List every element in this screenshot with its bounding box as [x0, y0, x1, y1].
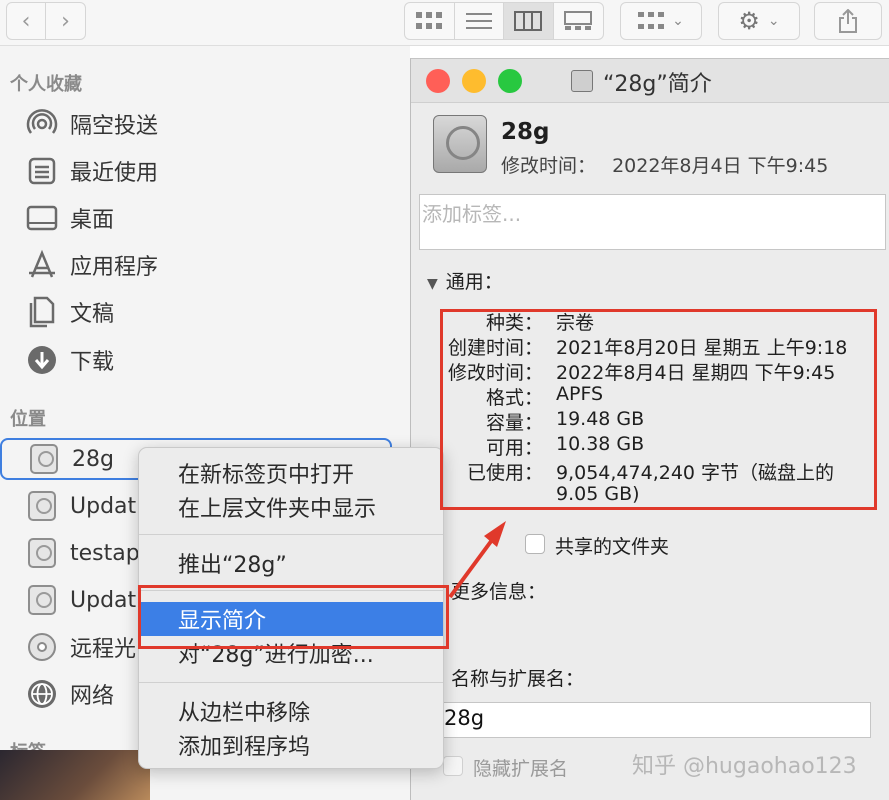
- watermark: 知乎 @hugaohao123: [632, 754, 857, 779]
- annotation-arrow: [448, 521, 506, 599]
